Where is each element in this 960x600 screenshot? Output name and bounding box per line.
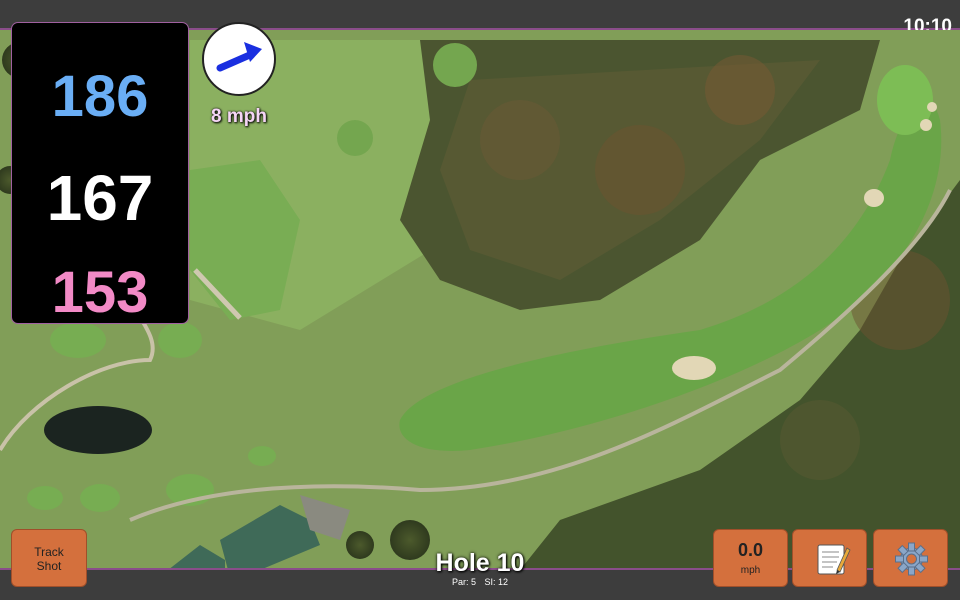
track-shot-button[interactable]: Track Shot <box>11 529 87 587</box>
speed-unit: mph <box>740 565 761 576</box>
wind-speed: 8 mph <box>211 106 267 127</box>
wind-arrow-icon <box>216 42 262 72</box>
track-shot-label: Track Shot <box>34 545 64 573</box>
notes-button[interactable] <box>792 529 867 587</box>
gear-icon <box>895 542 928 576</box>
hole-par: Par: 5 <box>451 577 476 587</box>
hole-info: Par: 5 SI: 12 <box>380 577 580 587</box>
speed-value: 0.0 <box>737 540 764 560</box>
middle-distance: 167 <box>46 162 154 234</box>
hole-stroke-index: SI: 12 <box>484 577 509 587</box>
hole-title: Hole 10 <box>435 549 525 577</box>
front-distance: 153 <box>51 260 149 325</box>
settings-button[interactable] <box>873 529 948 587</box>
notepad-icon <box>817 544 851 575</box>
distance-panel: 186 167 153 <box>11 22 189 325</box>
speed-button[interactable]: 0.0 mph <box>713 529 788 587</box>
wind-indicator <box>202 22 276 96</box>
back-distance: 186 <box>51 64 149 129</box>
